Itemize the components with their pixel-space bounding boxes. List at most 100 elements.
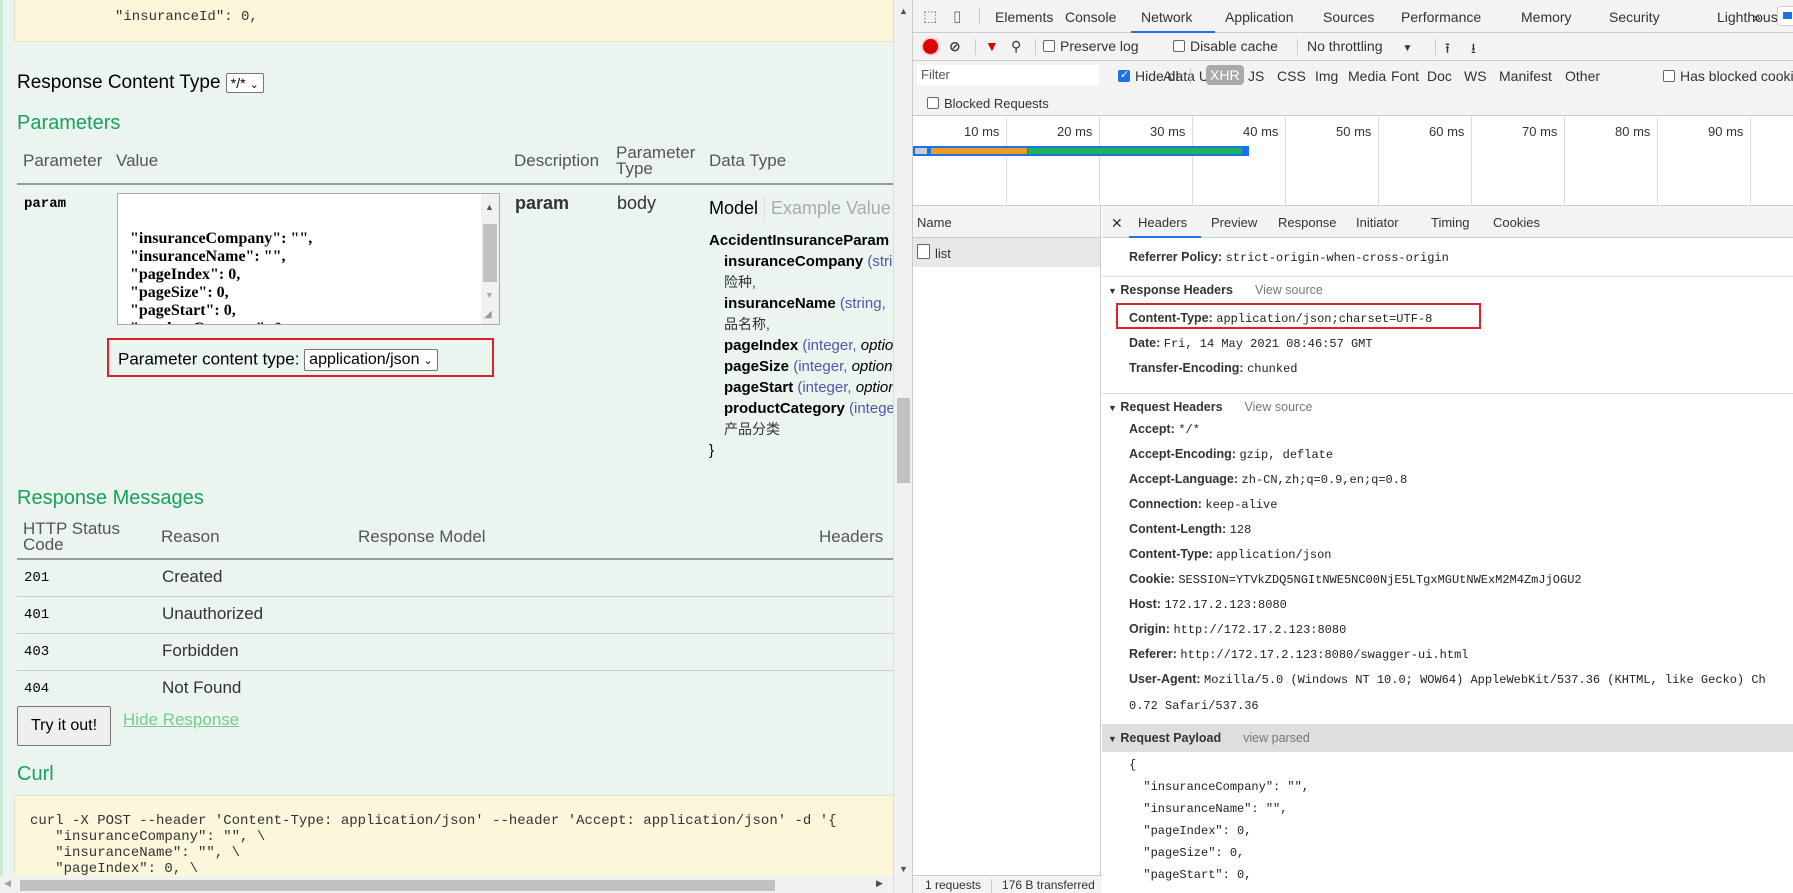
- clear-icon[interactable]: ⊘: [949, 38, 961, 55]
- tab-console[interactable]: Console: [1065, 9, 1116, 25]
- view-parsed-link[interactable]: view parsed: [1243, 731, 1310, 745]
- tab-sources[interactable]: Sources: [1323, 9, 1374, 25]
- filter-img[interactable]: Img: [1315, 68, 1338, 84]
- hide-response-link[interactable]: Hide Response: [123, 710, 239, 730]
- detail-tab-response[interactable]: Response: [1278, 215, 1337, 230]
- tab-application[interactable]: Application: [1225, 9, 1294, 25]
- param-value-textarea[interactable]: "insuranceCompany": "", "insuranceName":…: [117, 193, 500, 325]
- blocked-requests-checkbox[interactable]: Blocked Requests: [927, 96, 1049, 111]
- tab-elements[interactable]: Elements: [995, 9, 1053, 25]
- response-content-type-select[interactable]: */* ⌄: [225, 72, 264, 93]
- property-comment: 险种,: [724, 274, 756, 290]
- transferred-size: 176 B transferred: [1002, 878, 1095, 892]
- tab-lighthouse[interactable]: Lighthouse: [1717, 9, 1786, 25]
- close-icon[interactable]: ✕: [1111, 215, 1123, 232]
- header-value: 128: [1229, 523, 1252, 537]
- parameter-content-type-label: Parameter content type:: [118, 349, 300, 369]
- filter-media[interactable]: Media: [1348, 68, 1386, 84]
- inspect-element-icon[interactable]: ⬚: [923, 7, 937, 25]
- tab-network[interactable]: Network: [1141, 9, 1192, 25]
- network-overview-timeline[interactable]: 10 ms 20 ms 30 ms 40 ms 50 ms 60 ms 70 ms 80 ms…: [913, 116, 1793, 206]
- parameter-content-type-select[interactable]: application/json ⌄: [304, 349, 438, 371]
- request-payload-section[interactable]: ▼ Request Payload view parsed: [1102, 724, 1793, 752]
- request-row[interactable]: list: [913, 238, 1100, 267]
- filter-input[interactable]: Filter: [917, 65, 1099, 85]
- page-vertical-scrollbar[interactable]: ▲ ▼: [893, 0, 912, 893]
- row-divider: [17, 633, 893, 634]
- import-har-icon[interactable]: ⭱: [1445, 38, 1450, 62]
- export-har-icon[interactable]: ⭳: [1471, 38, 1476, 62]
- timeline-label: 90 ms: [1708, 124, 1744, 139]
- tab-example-value[interactable]: Example Value: [771, 198, 891, 218]
- model-property: insuranceName (string,: [709, 293, 893, 314]
- model-property: pageSize (integer, optional): [709, 356, 893, 377]
- page-horizontal-scrollbar[interactable]: ◀ ▶: [0, 876, 893, 893]
- filter-css[interactable]: CSS: [1277, 68, 1306, 84]
- view-source-link[interactable]: View source: [1245, 400, 1313, 414]
- textarea-scrollbar[interactable]: ▲ ▼ ◢: [481, 194, 499, 324]
- disable-cache-checkbox[interactable]: Disable cache: [1173, 38, 1278, 54]
- filter-other[interactable]: Other: [1565, 68, 1600, 84]
- try-it-out-button[interactable]: Try it out!: [17, 706, 111, 746]
- status-reason: Forbidden: [162, 641, 239, 660]
- scroll-left-icon[interactable]: ◀: [4, 878, 11, 889]
- filter-all[interactable]: All: [1163, 68, 1179, 84]
- tab-memory[interactable]: Memory: [1521, 9, 1572, 25]
- filter-doc[interactable]: Doc: [1427, 68, 1452, 84]
- property-type: (string,: [839, 295, 886, 312]
- device-toolbar-icon[interactable]: ▯: [953, 7, 961, 25]
- name-column-header[interactable]: Name: [913, 206, 1100, 238]
- scroll-thumb[interactable]: [20, 880, 775, 891]
- filter-font[interactable]: Font: [1391, 68, 1419, 84]
- request-headers-section[interactable]: ▼ Request Headers View source: [1102, 393, 1793, 419]
- filter-ws[interactable]: WS: [1464, 68, 1487, 84]
- payload-line: "insuranceCompany": "",: [1129, 780, 1310, 794]
- checkbox-checked[interactable]: [1118, 68, 1130, 82]
- header-value: http://172.17.2.123:8080: [1173, 623, 1347, 637]
- checkbox[interactable]: [1043, 40, 1055, 52]
- detail-tab-preview[interactable]: Preview: [1211, 215, 1257, 230]
- preserve-log-checkbox[interactable]: Preserve log: [1043, 38, 1139, 54]
- throttling-select[interactable]: No throttling ▼: [1307, 38, 1412, 54]
- divider: [979, 8, 980, 25]
- has-blocked-cookies-checkbox[interactable]: Has blocked cookies: [1663, 68, 1793, 84]
- search-icon[interactable]: ⚲: [1011, 38, 1021, 55]
- param-value-text: "insuranceCompany": "", "insuranceName":…: [122, 230, 499, 324]
- scroll-right-icon[interactable]: ▶: [876, 878, 883, 889]
- timeline-label: 50 ms: [1336, 124, 1372, 139]
- filter-icon[interactable]: ▼: [985, 38, 999, 54]
- checkbox[interactable]: [1663, 70, 1675, 82]
- filter-xhr[interactable]: XHR: [1206, 65, 1244, 85]
- checkbox[interactable]: [927, 97, 939, 109]
- tab-security[interactable]: Security: [1609, 9, 1660, 25]
- tab-performance[interactable]: Performance: [1401, 9, 1481, 25]
- response-headers-section[interactable]: ▼ Response Headers View source: [1102, 276, 1793, 302]
- timeline-bar-download: [1028, 148, 1242, 154]
- scroll-up-icon[interactable]: ▲: [485, 198, 494, 216]
- header-row: Accept: */*: [1129, 422, 1200, 437]
- swagger-panel: "insuranceId": 0, Response Content Type …: [0, 0, 893, 893]
- detail-tab-timing[interactable]: Timing: [1431, 215, 1470, 230]
- checkbox[interactable]: [1173, 40, 1185, 52]
- select-value: application/json: [309, 351, 420, 368]
- scroll-up-icon[interactable]: ▲: [899, 6, 908, 16]
- more-tabs-icon[interactable]: »: [1753, 9, 1761, 25]
- issues-icon[interactable]: [1777, 6, 1793, 26]
- resize-grip-icon[interactable]: ◢: [484, 306, 492, 324]
- header-value: application/json: [1216, 548, 1332, 562]
- detail-tab-initiator[interactable]: Initiator: [1356, 215, 1399, 230]
- view-source-link[interactable]: View source: [1255, 283, 1323, 297]
- model-class-name: AccidentInsuranceParam: [709, 232, 890, 249]
- scroll-thumb[interactable]: [483, 224, 497, 282]
- tab-model[interactable]: Model: [709, 198, 758, 218]
- detail-tab-headers[interactable]: Headers: [1138, 215, 1187, 230]
- curl-line: curl -X POST --header 'Content-Type: app…: [30, 813, 837, 829]
- filter-manifest[interactable]: Manifest: [1499, 68, 1552, 84]
- scroll-down-icon[interactable]: ▼: [899, 864, 908, 874]
- scroll-thumb[interactable]: [897, 398, 910, 483]
- filter-js[interactable]: JS: [1248, 68, 1264, 84]
- curl-line: "pageIndex": 0, \: [30, 861, 199, 877]
- scroll-down-icon[interactable]: ▼: [485, 286, 494, 304]
- record-icon[interactable]: [923, 39, 938, 54]
- detail-tab-cookies[interactable]: Cookies: [1493, 215, 1540, 230]
